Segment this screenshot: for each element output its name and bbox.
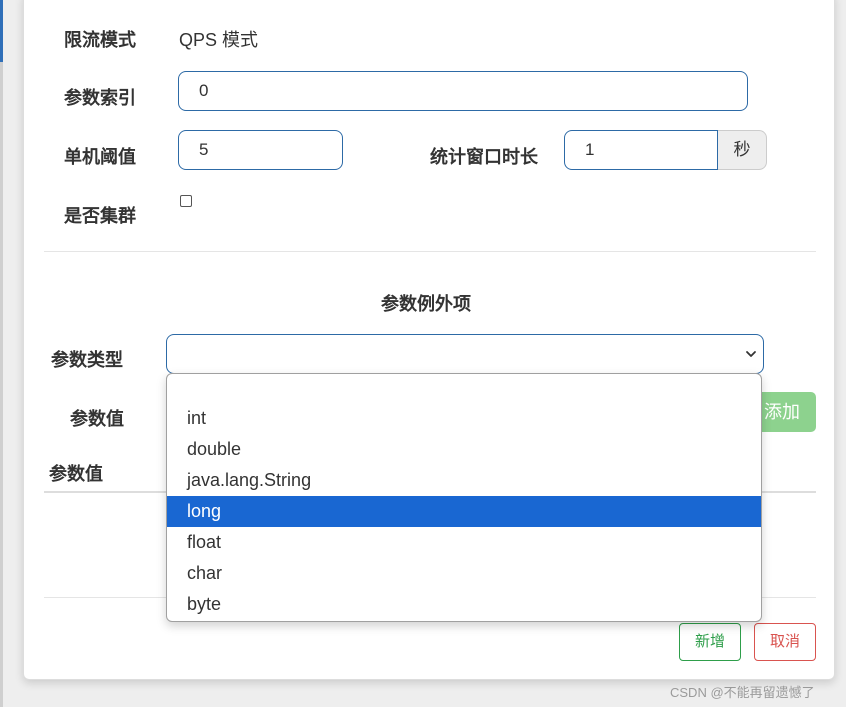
- chevron-down-icon: [746, 351, 756, 357]
- dropdown-option-long[interactable]: long: [167, 496, 761, 527]
- mode-value: QPS 模式: [179, 30, 259, 50]
- window-input[interactable]: 1: [564, 130, 718, 170]
- dropdown-option-int[interactable]: int: [167, 403, 761, 434]
- dropdown-option-float[interactable]: float: [167, 527, 761, 558]
- cancel-button[interactable]: 取消: [754, 623, 816, 661]
- param-type-select[interactable]: [166, 334, 764, 374]
- background-nav-bar: [0, 0, 3, 62]
- window-unit-addon: 秒: [718, 130, 767, 170]
- dropdown-option-char[interactable]: char: [167, 558, 761, 589]
- threshold-input[interactable]: 5: [178, 130, 343, 170]
- dropdown-option-double[interactable]: double: [167, 434, 761, 465]
- background-app-edge: [0, 0, 3, 707]
- threshold-label: 单机阈值: [64, 147, 136, 167]
- watermark: CSDN @不能再留遗憾了: [670, 685, 815, 700]
- dropdown-option-string[interactable]: java.lang.String: [167, 465, 761, 496]
- table-header-param-value: 参数值: [49, 464, 103, 484]
- param-type-dropdown: int double java.lang.String long float c…: [166, 373, 762, 622]
- window-label: 统计窗口时长: [430, 147, 538, 167]
- param-index-input[interactable]: 0: [178, 71, 748, 111]
- param-index-label: 参数索引: [64, 88, 136, 108]
- mode-label: 限流模式: [64, 30, 136, 50]
- param-value-label: 参数值: [70, 409, 124, 429]
- exceptions-title: 参数例外项: [381, 294, 471, 314]
- divider: [44, 251, 816, 252]
- dropdown-option-byte[interactable]: byte: [167, 589, 761, 620]
- new-button[interactable]: 新增: [679, 623, 741, 661]
- param-type-label: 参数类型: [51, 350, 123, 370]
- cluster-label: 是否集群: [64, 206, 136, 226]
- cluster-checkbox[interactable]: [180, 195, 192, 207]
